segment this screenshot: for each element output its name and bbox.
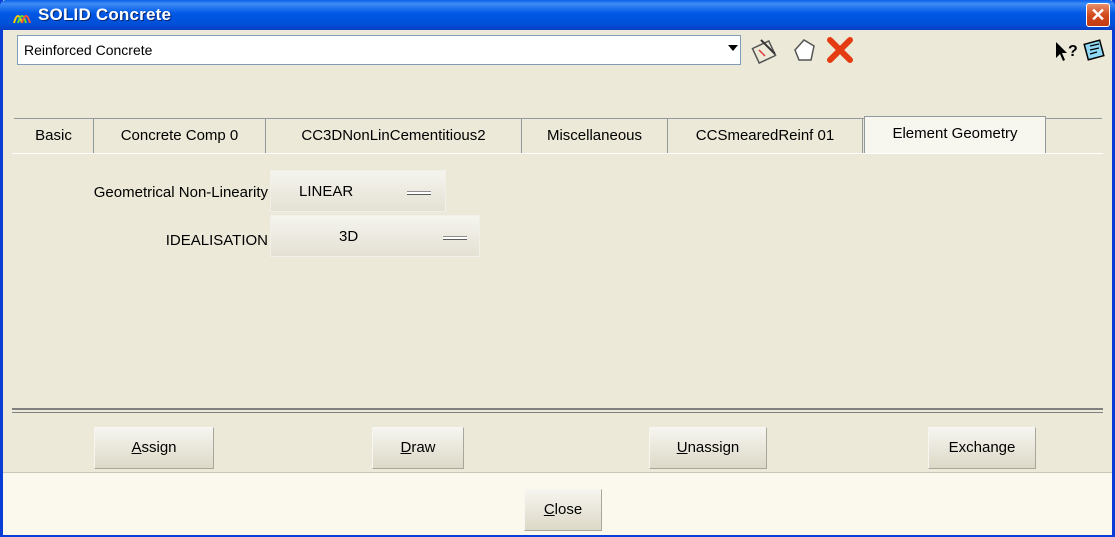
idealisation-option-button[interactable]: 3D [270, 215, 480, 257]
tab-miscellaneous[interactable]: Miscellaneous [522, 119, 668, 155]
window-title: SOLID Concrete [38, 5, 172, 24]
idealisation-label: IDEALISATION [165, 232, 268, 249]
option-indicator-icon [407, 191, 431, 195]
app-logo-icon [13, 15, 31, 24]
dialog-footer: Close [3, 472, 1112, 535]
panel-border [12, 408, 1103, 410]
assign-label: ssign [141, 439, 177, 456]
title-bar: SOLID Concrete ✕ [0, 0, 1115, 30]
tab-basic[interactable]: Basic [14, 119, 94, 155]
material-select[interactable]: Reinforced Concrete [17, 35, 741, 65]
idealisation-value: 3D [339, 228, 359, 245]
tab-cc3d-nonlin[interactable]: CC3DNonLinCementitious2 [266, 119, 522, 155]
tab-element-geometry[interactable]: Element Geometry [864, 116, 1046, 155]
context-help-icon[interactable]: ? [1053, 36, 1083, 64]
close-mnemonic: C [543, 501, 555, 518]
draw-label: raw [411, 439, 436, 456]
delete-icon[interactable] [825, 36, 855, 64]
material-select-value: Reinforced Concrete [24, 42, 153, 58]
tab-smeared-reinf[interactable]: CCSmearedReinf 01 [668, 119, 863, 155]
option-indicator-icon [443, 236, 467, 240]
unassign-mnemonic: U [676, 439, 688, 456]
element-geometry-panel: Geometrical Non-Linearity LINEAR IDEALIS… [12, 153, 1103, 408]
unassign-label: nassign [687, 439, 740, 456]
action-bar: Assign Draw Unassign Exchange [12, 412, 1103, 473]
tab-concrete-comp[interactable]: Concrete Comp 0 [94, 119, 266, 155]
shape-icon[interactable] [789, 36, 819, 64]
assign-button[interactable]: Assign [94, 427, 214, 469]
nonlin-value: LINEAR [299, 183, 354, 200]
edit-material-icon[interactable] [751, 36, 781, 64]
assign-mnemonic: A [131, 439, 142, 456]
toolbar: Reinforced Concrete ? [3, 30, 1112, 70]
close-button[interactable]: Close [524, 489, 602, 531]
exchange-button[interactable]: Exchange [928, 427, 1036, 469]
draw-mnemonic: D [400, 439, 412, 456]
window-close-button[interactable]: ✕ [1086, 3, 1110, 27]
draw-button[interactable]: Draw [372, 427, 464, 469]
chevron-down-icon[interactable] [728, 45, 738, 51]
svg-text:?: ? [1068, 43, 1078, 60]
close-label: lose [554, 501, 583, 518]
notes-icon[interactable] [1081, 36, 1111, 64]
nonlin-option-button[interactable]: LINEAR [270, 170, 446, 212]
unassign-button[interactable]: Unassign [649, 427, 767, 469]
nonlin-label: Geometrical Non-Linearity [93, 184, 268, 201]
